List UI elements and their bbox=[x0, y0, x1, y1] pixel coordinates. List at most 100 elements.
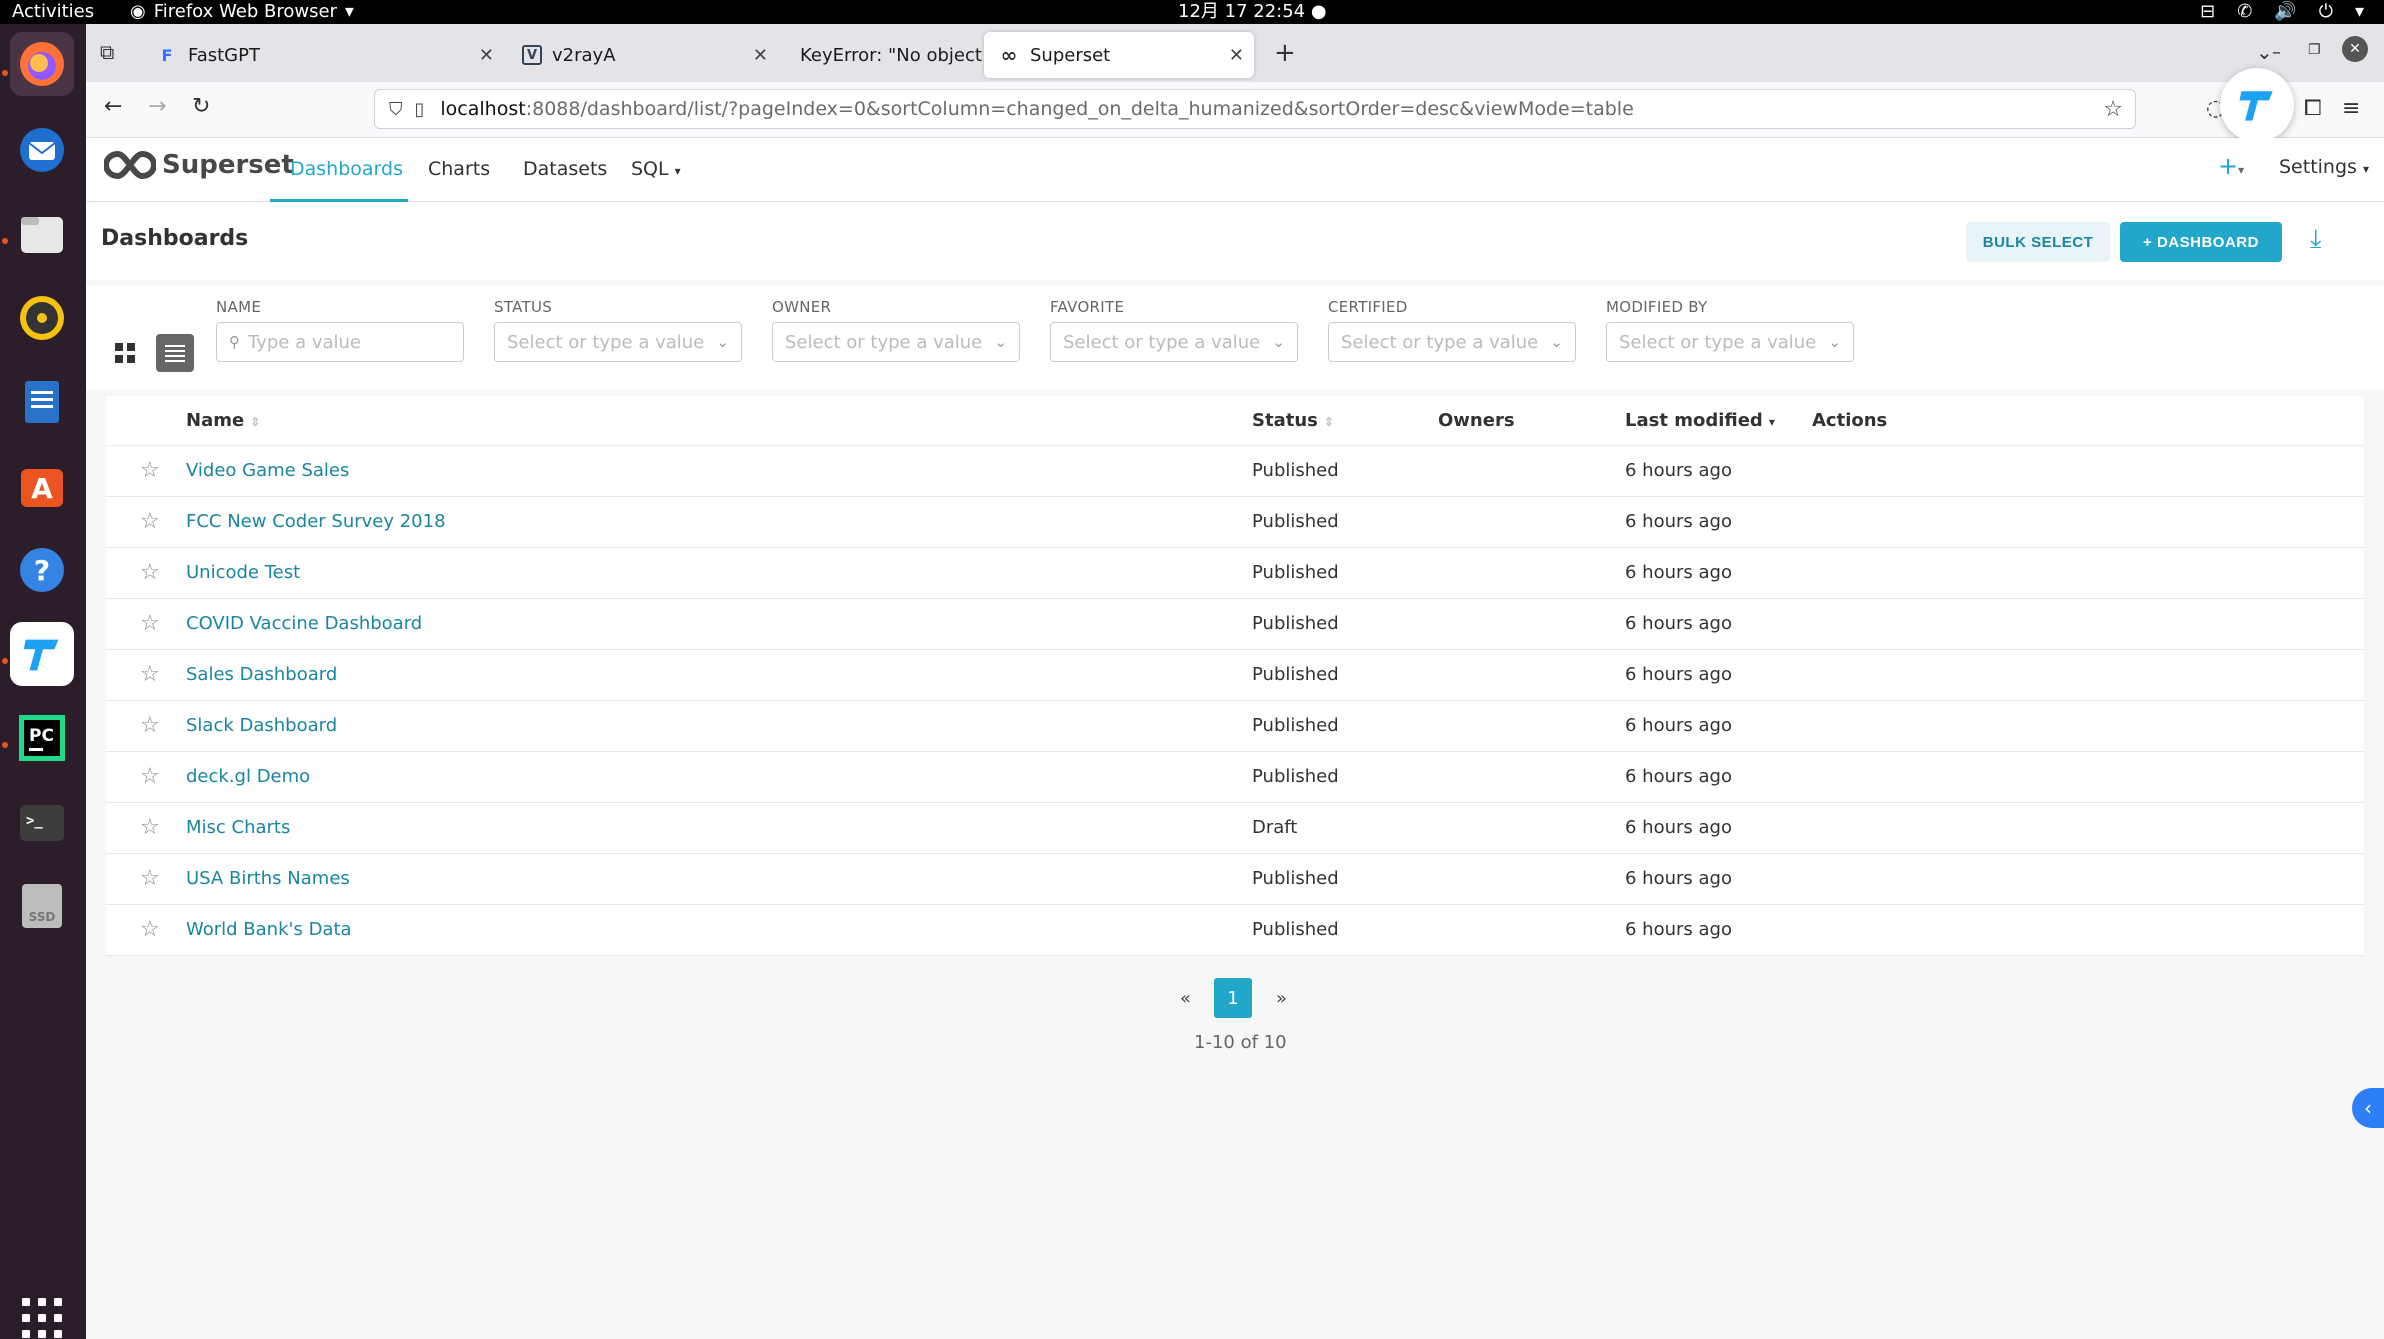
side-panel-toggle[interactable]: ‹ bbox=[2352, 1088, 2384, 1128]
terminal-dock-icon[interactable]: >_ bbox=[10, 790, 74, 854]
minimize-icon[interactable]: – bbox=[2272, 42, 2281, 63]
dashboard-name-link[interactable]: Slack Dashboard bbox=[186, 715, 337, 736]
menu-hamburger-icon[interactable]: ≡ bbox=[2342, 96, 2360, 121]
favorite-star-icon[interactable]: ☆ bbox=[140, 458, 160, 483]
rhythmbox-dock-icon[interactable] bbox=[10, 286, 74, 350]
dashboard-name-link[interactable]: COVID Vaccine Dashboard bbox=[186, 613, 422, 634]
pagination-page-current[interactable]: 1 bbox=[1214, 978, 1252, 1018]
favorite-star-icon[interactable]: ☆ bbox=[140, 764, 160, 789]
nav-dashboards[interactable]: Dashboards bbox=[290, 158, 403, 180]
clock-label: 12月 17 22:54 bbox=[1178, 1, 1306, 22]
writer-dock-icon[interactable] bbox=[10, 370, 74, 434]
firefox-dock-icon[interactable] bbox=[10, 32, 74, 96]
dashboard-status: Published bbox=[1252, 664, 1339, 685]
list-all-tabs-icon[interactable]: ⌄ bbox=[2256, 40, 2273, 64]
running-indicator bbox=[2, 658, 8, 664]
show-apps-icon[interactable] bbox=[22, 1298, 62, 1338]
nav-charts[interactable]: Charts bbox=[428, 158, 490, 180]
ssd-drive-dock-icon[interactable]: SSD bbox=[10, 874, 74, 938]
column-header-name[interactable]: Name ⇕ bbox=[186, 410, 260, 431]
nav-datasets[interactable]: Datasets bbox=[523, 158, 607, 180]
system-tray[interactable]: ⊟ ✆ 🔊 ⏻ ▾ bbox=[2200, 0, 2364, 24]
filter-name: NAME ⚲ Type a value bbox=[216, 298, 464, 362]
window-close-icon[interactable]: ✕ bbox=[2342, 36, 2368, 62]
back-icon[interactable]: ← bbox=[104, 94, 122, 119]
new-tab-button[interactable]: + bbox=[1274, 38, 1296, 68]
dashboard-last-modified: 6 hours ago bbox=[1625, 613, 1732, 634]
favorite-star-icon[interactable]: ☆ bbox=[140, 866, 160, 891]
tab-overview-icon[interactable]: ⧉ bbox=[100, 40, 114, 64]
notification-dot-icon: ● bbox=[1310, 1, 1327, 22]
url-bar[interactable]: ⛉ ▯ localhost:8088/dashboard/list/?pageI… bbox=[374, 89, 2136, 129]
feishu-extension-icon[interactable] bbox=[2220, 68, 2294, 142]
search-icon: ⚲ bbox=[229, 333, 240, 351]
restore-icon[interactable]: ❐ bbox=[2308, 42, 2321, 58]
activities-button[interactable]: Activities bbox=[12, 0, 94, 24]
tab-v2raya[interactable]: V v2rayA ✕ bbox=[508, 32, 778, 78]
extensions-icon[interactable]: ⧠ bbox=[2304, 96, 2322, 121]
dashboard-name-link[interactable]: FCC New Coder Survey 2018 bbox=[186, 511, 446, 532]
reload-icon[interactable]: ↻ bbox=[192, 94, 210, 119]
bookmark-star-icon[interactable]: ☆ bbox=[2103, 97, 2123, 122]
thunderbird-dock-icon[interactable] bbox=[10, 118, 74, 182]
files-dock-icon[interactable] bbox=[10, 202, 74, 266]
app-center-dock-icon[interactable]: A bbox=[10, 454, 74, 518]
tab-superset[interactable]: ∞ Superset ✕ bbox=[984, 32, 1254, 78]
column-header-status[interactable]: Status ⇕ bbox=[1252, 410, 1334, 431]
favorite-filter-select[interactable]: Select or type a value ⌄ bbox=[1050, 322, 1298, 362]
list-view-toggle[interactable] bbox=[156, 334, 194, 372]
new-item-plus-button[interactable]: +▾ bbox=[2218, 152, 2244, 180]
add-dashboard-button[interactable]: + DASHBOARD bbox=[2120, 222, 2282, 262]
status-filter-select[interactable]: Select or type a value ⌄ bbox=[494, 322, 742, 362]
favorite-star-icon[interactable]: ☆ bbox=[140, 713, 160, 738]
close-icon[interactable]: ✕ bbox=[753, 45, 768, 66]
dashboard-name-link[interactable]: Misc Charts bbox=[186, 817, 290, 838]
forward-icon[interactable]: → bbox=[148, 94, 166, 119]
app-menu[interactable]: ◉ Firefox Web Browser ▾ bbox=[130, 0, 354, 24]
download-icon[interactable]: ⤓ bbox=[2310, 224, 2322, 255]
favorite-star-icon[interactable]: ☆ bbox=[140, 509, 160, 534]
name-filter-input[interactable]: ⚲ Type a value bbox=[216, 322, 464, 362]
help-dock-icon[interactable]: ? bbox=[10, 538, 74, 602]
page-info-icon[interactable]: ▯ bbox=[415, 99, 425, 120]
certified-filter-select[interactable]: Select or type a value ⌄ bbox=[1328, 322, 1576, 362]
favorite-star-icon[interactable]: ☆ bbox=[140, 815, 160, 840]
nav-sql[interactable]: SQL ▾ bbox=[631, 158, 681, 180]
pagination-next[interactable]: » bbox=[1276, 988, 1287, 1009]
modified-by-filter-select[interactable]: Select or type a value ⌄ bbox=[1606, 322, 1854, 362]
close-icon[interactable]: ✕ bbox=[479, 45, 494, 66]
favorite-star-icon[interactable]: ☆ bbox=[140, 662, 160, 687]
browser-tab-bar: ⧉ F FastGPT ✕ V v2rayA ✕ KeyError: "No o… bbox=[86, 24, 2384, 82]
favorite-star-icon[interactable]: ☆ bbox=[140, 917, 160, 942]
dashboard-name-link[interactable]: Video Game Sales bbox=[186, 460, 349, 481]
favorite-star-icon[interactable]: ☆ bbox=[140, 560, 160, 585]
column-header-actions: Actions bbox=[1812, 410, 1888, 431]
superset-logo[interactable]: Superset bbox=[104, 150, 294, 180]
pagination-summary: 1-10 of 10 bbox=[1194, 1032, 1287, 1053]
tab-fastgpt[interactable]: F FastGPT ✕ bbox=[142, 32, 504, 78]
dashboard-name-link[interactable]: deck.gl Demo bbox=[186, 766, 310, 787]
chevron-down-icon: ▾ bbox=[344, 1, 354, 22]
v2raya-favicon-icon: V bbox=[522, 45, 542, 65]
column-header-last-modified[interactable]: Last modified ▾ bbox=[1625, 410, 1775, 431]
clock[interactable]: 12月 17 22:54 ● bbox=[1178, 0, 1327, 24]
close-icon[interactable]: ✕ bbox=[1229, 45, 1244, 66]
tab-title: KeyError: "No object nam bbox=[800, 44, 1010, 66]
feishu-dock-icon[interactable] bbox=[10, 622, 74, 686]
chevron-down-icon: ▾ bbox=[2354, 1, 2364, 22]
pagination-prev[interactable]: « bbox=[1180, 988, 1191, 1009]
owner-filter-select[interactable]: Select or type a value ⌄ bbox=[772, 322, 1020, 362]
dashboard-last-modified: 6 hours ago bbox=[1625, 664, 1732, 685]
bulk-select-button[interactable]: BULK SELECT bbox=[1966, 222, 2110, 262]
settings-menu[interactable]: Settings ▾ bbox=[2279, 156, 2369, 178]
card-view-toggle[interactable] bbox=[106, 334, 144, 372]
favorite-star-icon[interactable]: ☆ bbox=[140, 611, 160, 636]
shield-icon[interactable]: ⛉ bbox=[389, 99, 403, 120]
dashboard-name-link[interactable]: USA Births Names bbox=[186, 868, 350, 889]
dashboard-name-link[interactable]: Unicode Test bbox=[186, 562, 300, 583]
chevron-down-icon: ⌄ bbox=[1550, 333, 1563, 351]
table-row: ☆ FCC New Coder Survey 2018 Published 6 hou… bbox=[106, 497, 2364, 548]
pycharm-dock-icon[interactable]: PC bbox=[10, 706, 74, 770]
dashboard-name-link[interactable]: World Bank's Data bbox=[186, 919, 352, 940]
dashboard-name-link[interactable]: Sales Dashboard bbox=[186, 664, 337, 685]
